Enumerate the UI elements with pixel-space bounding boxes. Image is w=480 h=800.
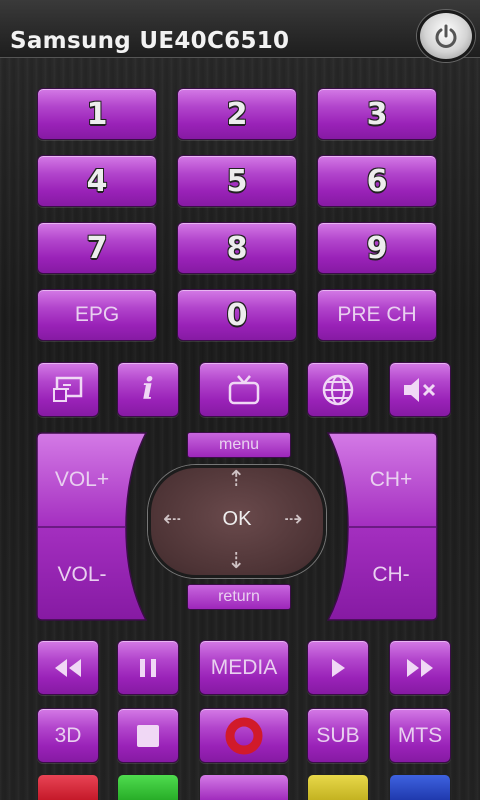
pre-ch-button[interactable]: PRE CH [317, 289, 437, 341]
fast-forward-icon [407, 658, 433, 677]
arrow-left-button[interactable]: ⇠ [163, 508, 181, 530]
green-key[interactable] [117, 774, 179, 800]
digit-1-button[interactable]: 1 [37, 88, 157, 140]
epg-button[interactable]: EPG [37, 289, 157, 341]
arrow-up-icon: ⇡ [227, 466, 246, 491]
yellow-key[interactable] [307, 774, 369, 800]
stop-button[interactable] [117, 708, 179, 763]
arrow-right-icon: ⇢ [284, 506, 303, 531]
rewind-icon [55, 658, 81, 677]
return-button[interactable]: return [187, 584, 291, 610]
digit-5-button[interactable]: 5 [177, 155, 297, 207]
digit-0-button[interactable]: 0 [177, 289, 297, 341]
volume-up-button[interactable]: VOL+ [37, 433, 127, 527]
record-icon [225, 717, 263, 754]
rewind-button[interactable] [37, 640, 99, 695]
menu-button[interactable]: menu [187, 432, 291, 458]
volume-up-label: VOL+ [54, 468, 110, 491]
mts-button[interactable]: MTS [389, 708, 451, 763]
play-button[interactable] [307, 640, 369, 695]
mute-button[interactable] [389, 362, 451, 417]
play-icon [332, 658, 345, 677]
power-icon [435, 24, 457, 48]
pause-button[interactable] [117, 640, 179, 695]
source-icon [53, 376, 83, 402]
digit-8-button[interactable]: 8 [177, 222, 297, 274]
arrow-down-icon: ⇣ [227, 548, 246, 573]
3d-button[interactable]: 3D [37, 708, 99, 763]
digit-7-button[interactable]: 7 [37, 222, 157, 274]
fast-forward-button[interactable] [389, 640, 451, 695]
power-button[interactable] [417, 10, 475, 62]
tv-icon [228, 374, 260, 404]
title-bar: Samsung UE40C6510 [0, 0, 480, 62]
mute-icon [404, 377, 436, 402]
record-button[interactable] [199, 708, 289, 763]
device-title: Samsung UE40C6510 [10, 28, 290, 54]
arrow-right-button[interactable]: ⇢ [284, 508, 302, 530]
arrow-up-button[interactable]: ⇡ [227, 468, 245, 490]
arrow-left-icon: ⇠ [163, 506, 182, 531]
red-key[interactable] [37, 774, 99, 800]
digit-9-button[interactable]: 9 [317, 222, 437, 274]
purple-key[interactable] [199, 774, 289, 800]
internet-icon [322, 374, 354, 405]
stop-icon [137, 724, 159, 747]
source-button[interactable] [37, 362, 99, 417]
digit-4-button[interactable]: 4 [37, 155, 157, 207]
channel-up-label: CH+ [369, 468, 413, 491]
channel-down-button[interactable]: CH- [346, 528, 436, 622]
pause-icon [140, 658, 156, 677]
ok-button[interactable]: OK [220, 508, 254, 531]
sub-button[interactable]: SUB [307, 708, 369, 763]
channel-down-label: CH- [372, 563, 410, 586]
blue-key[interactable] [389, 774, 451, 800]
digit-3-button[interactable]: 3 [317, 88, 437, 140]
volume-down-label: VOL- [57, 563, 107, 586]
arrow-down-button[interactable]: ⇣ [227, 550, 245, 572]
digit-2-button[interactable]: 2 [177, 88, 297, 140]
tv-button[interactable] [199, 362, 289, 417]
digit-6-button[interactable]: 6 [317, 155, 437, 207]
channel-up-button[interactable]: CH+ [346, 433, 436, 527]
info-button[interactable]: i [117, 362, 179, 417]
media-button[interactable]: MEDIA [199, 640, 289, 695]
volume-down-button[interactable]: VOL- [37, 528, 127, 622]
internet-button[interactable] [307, 362, 369, 417]
info-icon: i [142, 372, 154, 407]
